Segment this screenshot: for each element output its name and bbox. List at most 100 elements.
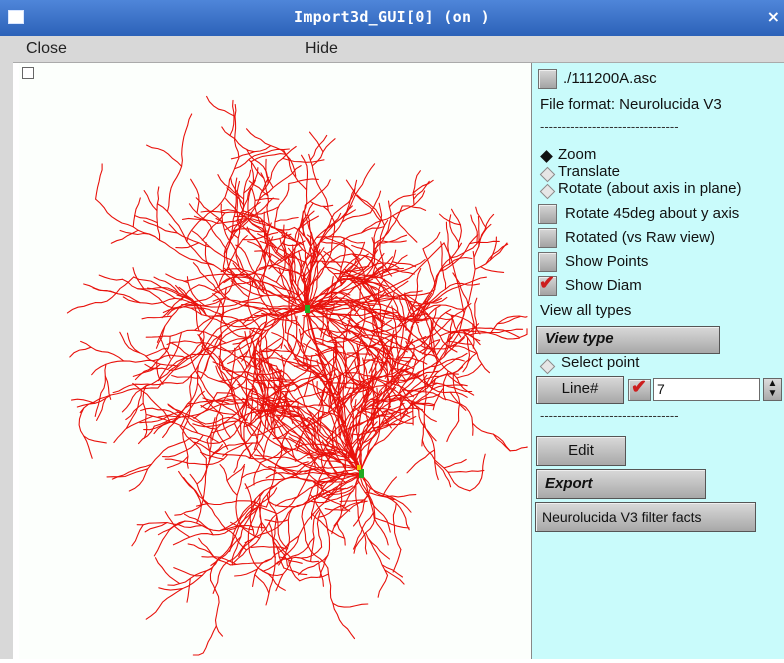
dendrite-branch [303, 354, 313, 397]
dendrite-branch [136, 521, 203, 528]
dendrite-branch [183, 273, 238, 282]
dendrite-branch [278, 472, 362, 566]
dendrite-branch [309, 134, 328, 161]
dendrite-branch [112, 382, 184, 394]
dendrite-branch [241, 468, 277, 479]
dendrite-branch [145, 588, 183, 620]
dendrite-branch [154, 557, 181, 585]
dendrite-branch [327, 567, 356, 640]
dendrite-branch [384, 569, 405, 585]
control-panel: ./111200A.asc File format: Neurolucida V… [531, 63, 784, 659]
dendrite-branch [229, 99, 235, 137]
dendrite-branch [479, 266, 505, 273]
dendrite-branch [274, 216, 299, 223]
canvas-corner-box[interactable] [22, 67, 34, 79]
separator-2: -------------------------------- [540, 408, 679, 423]
line-number-button[interactable]: Line# [536, 376, 624, 404]
dendrite-branch [262, 546, 323, 572]
filter-facts-button[interactable]: Neurolucida V3 filter facts [535, 502, 756, 532]
edit-button[interactable]: Edit [536, 436, 626, 466]
dendrite-branch [381, 240, 407, 243]
dendrite-branch [318, 562, 324, 587]
dendrite-branch [210, 536, 242, 567]
dendrite-branch [443, 458, 467, 469]
dendrite-branch [78, 407, 93, 459]
dendrite-branch [172, 527, 237, 546]
dendrite-branch [169, 341, 191, 357]
file-name-label: ./111200A.asc [563, 70, 657, 87]
dendrite-branch [171, 374, 202, 379]
hide-menu-item[interactable]: Hide [305, 40, 338, 58]
export-menu-button[interactable]: Export [536, 469, 706, 499]
dendrite-branch [469, 453, 486, 492]
close-menu-item[interactable]: Close [26, 40, 67, 58]
show-diam-label: Show Diam [565, 277, 642, 294]
dendrite-branch [374, 517, 410, 529]
checkmark-icon: ✔ [631, 377, 647, 398]
dendrite-branch [94, 363, 107, 417]
file-format-label: File format: Neurolucida V3 [540, 96, 722, 113]
close-icon[interactable]: × [767, 7, 780, 26]
show-points-button[interactable] [538, 252, 557, 272]
dendrite-branch [80, 340, 125, 362]
dendrite-branch [332, 602, 369, 608]
dendrite-branch [234, 568, 258, 577]
rotate45-label: Rotate 45deg about y axis [565, 205, 740, 222]
neuron-dendrites [66, 95, 528, 656]
dendrite-branch [156, 186, 161, 241]
dendrite-branch [477, 215, 480, 247]
dendrite-branch [377, 574, 389, 598]
rotate45-button[interactable] [538, 204, 557, 224]
dendrite-branch [176, 364, 199, 420]
dendrite-branch [445, 221, 451, 265]
dendrite-branch [168, 223, 211, 248]
dendrite-branch [388, 193, 416, 208]
dendrite-branch [333, 179, 358, 215]
menu-bar: Close Hide [13, 36, 784, 63]
checkmark-icon: ✔ [539, 273, 555, 294]
dendrite-branch [339, 499, 365, 503]
dendrite-branch [475, 206, 488, 230]
dendrite-branch [423, 421, 439, 481]
rotate-radio[interactable] [539, 183, 556, 200]
dendrite-branch [141, 315, 173, 320]
translate-radio[interactable] [539, 166, 556, 183]
view-type-menu-button[interactable]: View type [536, 326, 720, 354]
morphology-canvas[interactable] [19, 63, 532, 659]
line-number-field[interactable]: 7 [653, 378, 760, 401]
dendrite-branch [470, 214, 478, 245]
dendrite-branch [451, 357, 472, 375]
file-select-button[interactable] [538, 69, 557, 89]
spinner-arrows-icon[interactable]: ▲ ▼ [763, 378, 782, 401]
dendrite-branch [206, 95, 236, 117]
dendrite-branch [186, 577, 191, 603]
dendrite-branch [98, 274, 123, 281]
rotated-button[interactable] [538, 228, 557, 248]
dendrite-branch [412, 179, 434, 194]
dendrite-branch [382, 476, 398, 497]
dendrite-branch [519, 328, 528, 339]
dendrite-branch [278, 267, 291, 296]
dendrite-branch [367, 537, 391, 560]
window-left-frame [0, 36, 13, 659]
dendrite-branch [210, 579, 224, 637]
zoom-radio[interactable] [540, 150, 553, 163]
rotated-label: Rotated (vs Raw view) [565, 229, 716, 246]
dendrite-branch [450, 208, 462, 249]
dendrite-branch [186, 157, 240, 243]
dendrite-branch [336, 522, 346, 546]
dendrite-branch [254, 574, 270, 594]
selected-point-marker [357, 465, 361, 470]
dendrite-branch [174, 504, 203, 516]
dendrite-branch [421, 439, 471, 492]
dendrite-branch [452, 272, 475, 329]
window-title: Import3d_GUI[0] (on ) [294, 8, 490, 26]
dendrite-branch [192, 625, 217, 656]
select-point-radio[interactable] [539, 358, 556, 375]
dendrite-branch [346, 352, 372, 355]
dendrite-branch [234, 365, 252, 390]
dendrite-branch [446, 420, 460, 443]
dendrite-branch [221, 126, 272, 153]
dendrite-branch [375, 262, 400, 269]
dendrite-branch [143, 190, 158, 212]
